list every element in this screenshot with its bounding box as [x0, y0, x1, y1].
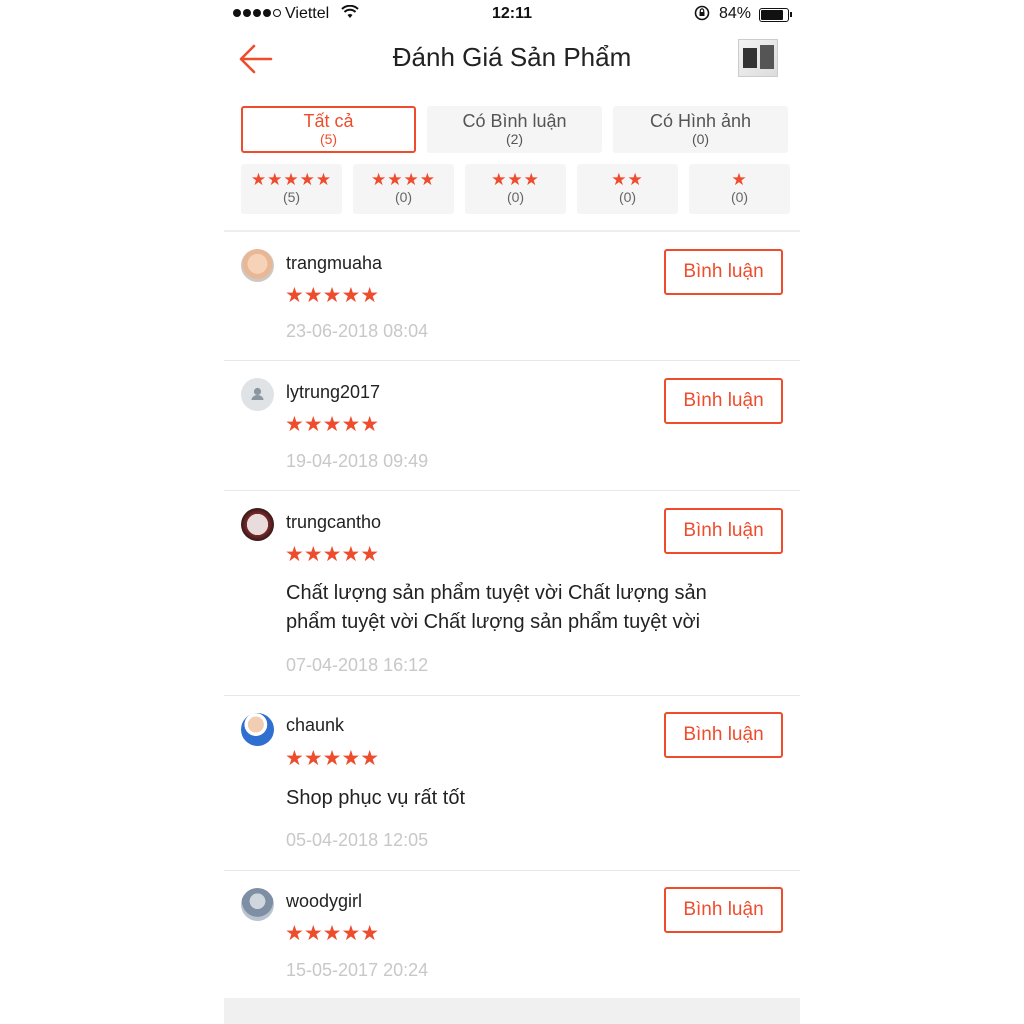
tab-with-comment-label: Có Bình luận [462, 111, 567, 131]
review-date: 15-05-2017 20:24 [286, 960, 429, 980]
review-date: 05-04-2018 12:05 [286, 830, 429, 850]
tab-with-comment-count: (2) [505, 131, 524, 147]
tab-2-stars[interactable]: ★★ (0) [577, 164, 678, 214]
avatar [241, 713, 274, 746]
rating-stars: ★★★★★ [285, 413, 380, 436]
battery-percent: 84% [719, 5, 752, 22]
tab-all-label: Tất cả [303, 111, 354, 131]
page-title: Đánh Giá Sản Phẩm [392, 42, 632, 72]
review-item: lytrung2017 ★★★★★ 19-04-2018 09:49 Bình … [224, 361, 800, 490]
rotation-lock-icon [694, 5, 710, 25]
review-item: trangmuaha ★★★★★ 23-06-2018 08:04 Bình l… [224, 232, 800, 360]
tab-5-stars-count: (5) [282, 189, 301, 205]
status-bar: Viettel 12:11 84% [224, 0, 800, 28]
tab-with-image-count: (0) [691, 131, 710, 147]
tab-with-image-label: Có Hình ảnh [649, 111, 752, 131]
avatar [241, 508, 274, 541]
star-icons: ★★★★★ [250, 170, 333, 189]
phone-screen: Viettel 12:11 84% Đánh Giá Sản Phẩm Tất … [224, 0, 800, 1024]
comment-button[interactable]: Bình luận [664, 712, 783, 758]
tab-2-stars-count: (0) [618, 189, 637, 205]
avatar [241, 249, 274, 282]
tab-all[interactable]: Tất cả (5) [241, 106, 416, 153]
star-icons: ★★★ [491, 170, 540, 189]
star-icons: ★★★★ [371, 170, 436, 189]
rating-stars: ★★★★★ [285, 543, 380, 566]
reviewer-name: lytrung2017 [286, 382, 381, 402]
tab-1-star-count: (0) [730, 189, 749, 205]
comment-button[interactable]: Bình luận [664, 887, 783, 933]
reviewer-name: trungcantho [286, 512, 382, 532]
reviewer-name: chaunk [286, 715, 345, 735]
review-date: 19-04-2018 09:49 [286, 451, 429, 471]
list-end-spacer [224, 998, 800, 1024]
star-icons: ★★ [611, 170, 644, 189]
reviewer-name: trangmuaha [286, 253, 383, 273]
rating-stars: ★★★★★ [285, 284, 380, 307]
tab-4-stars-count: (0) [394, 189, 413, 205]
star-icons: ★ [731, 170, 748, 189]
review-date: 23-06-2018 08:04 [286, 321, 429, 341]
comment-button[interactable]: Bình luận [664, 378, 783, 424]
avatar [241, 888, 274, 921]
review-item: woodygirl ★★★★★ 15-05-2017 20:24 Bình lu… [224, 871, 800, 998]
header: Đánh Giá Sản Phẩm [224, 30, 800, 88]
battery-icon [759, 8, 792, 22]
tab-4-stars[interactable]: ★★★★ (0) [353, 164, 454, 214]
review-date: 07-04-2018 16:12 [286, 655, 429, 675]
tab-5-stars[interactable]: ★★★★★ (5) [241, 164, 342, 214]
review-text: Shop phục vụ rất tốt [286, 787, 466, 809]
review-item: trungcantho ★★★★★ Chất lượng sản phẩm tu… [224, 491, 800, 695]
comment-button[interactable]: Bình luận [664, 249, 783, 295]
comment-button[interactable]: Bình luận [664, 508, 783, 554]
default-user-icon [241, 378, 274, 411]
rating-stars: ★★★★★ [285, 922, 380, 945]
review-text: Chất lượng sản phẩm tuyệt vời Chất lượng… [286, 582, 707, 633]
review-item: chaunk ★★★★★ Shop phục vụ rất tốt 05-04-… [224, 696, 800, 870]
tab-with-image[interactable]: Có Hình ảnh (0) [613, 106, 788, 153]
reviewer-name: woodygirl [286, 891, 363, 911]
product-thumbnail[interactable] [738, 39, 778, 77]
tab-with-comment[interactable]: Có Bình luận (2) [427, 106, 602, 153]
tab-1-star[interactable]: ★ (0) [689, 164, 790, 214]
tab-3-stars[interactable]: ★★★ (0) [465, 164, 566, 214]
tab-all-count: (5) [319, 131, 338, 147]
tab-3-stars-count: (0) [506, 189, 525, 205]
rating-stars: ★★★★★ [285, 747, 380, 770]
clock: 12:11 [491, 5, 533, 22]
